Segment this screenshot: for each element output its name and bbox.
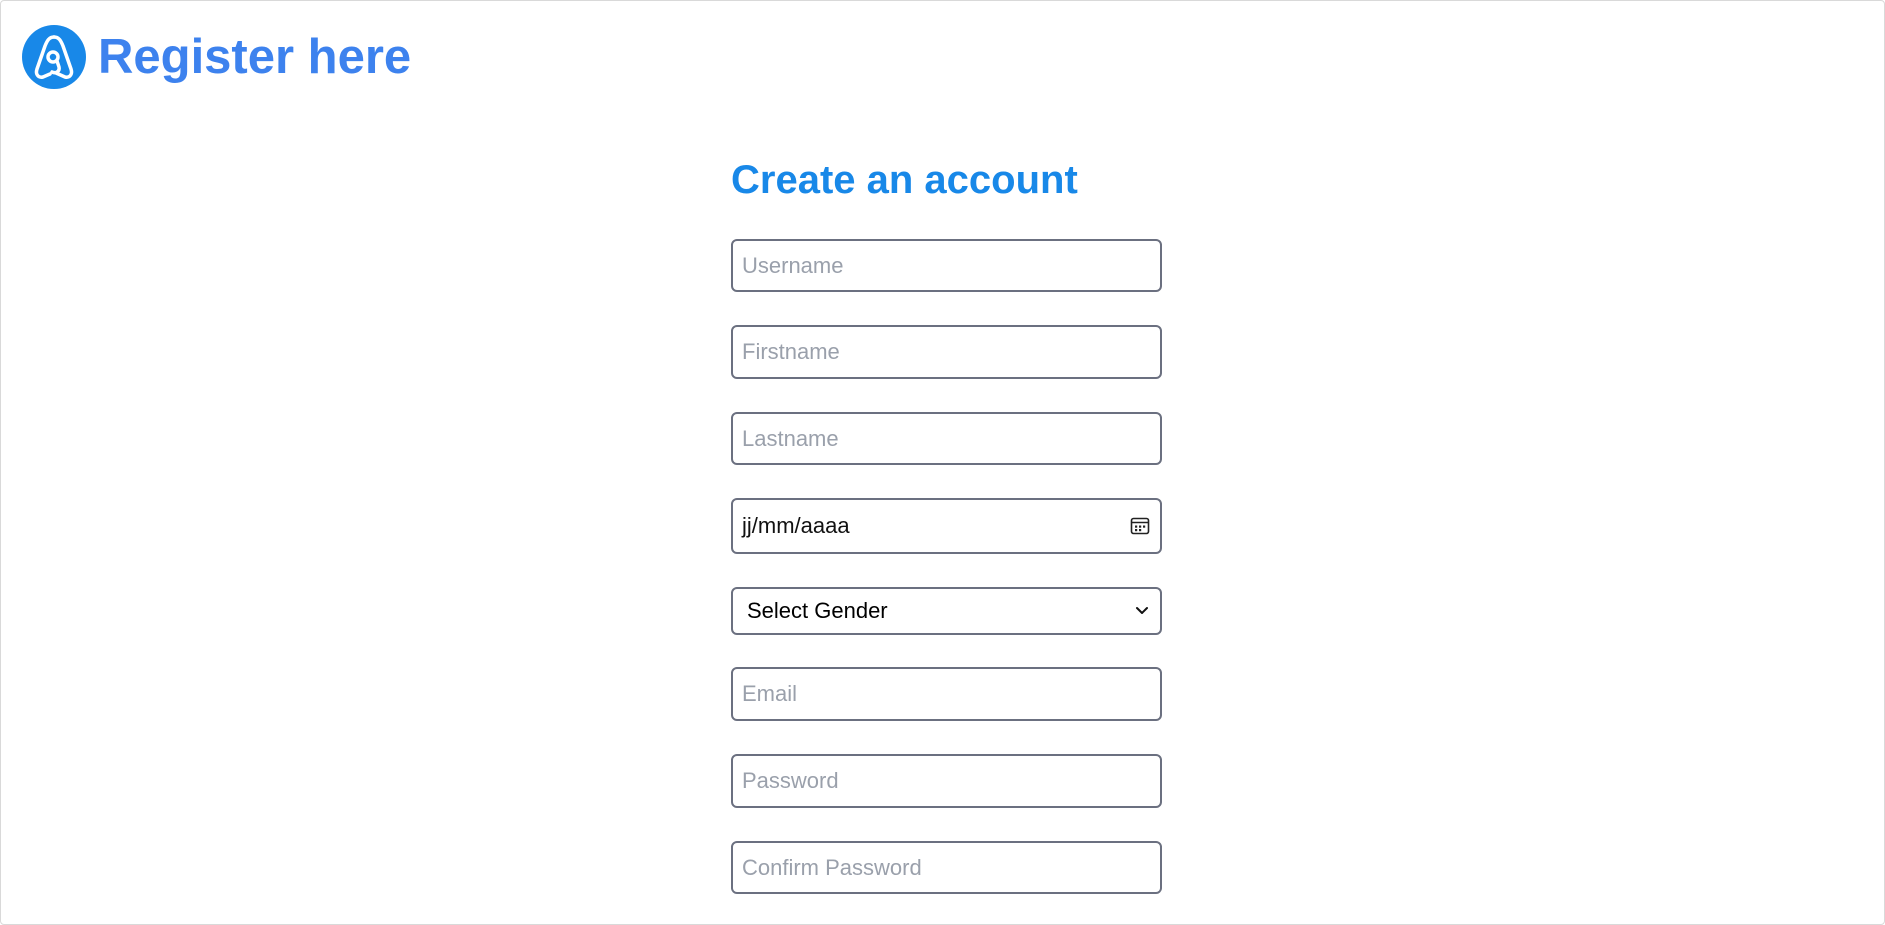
gender-select[interactable]: Select Gender [731, 587, 1162, 635]
page-header: Register here [22, 24, 411, 90]
form-title: Create an account [731, 158, 1078, 202]
lastname-field[interactable] [731, 412, 1162, 465]
birthdate-field[interactable]: jj/mm/aaaa [731, 498, 1162, 554]
username-field[interactable] [731, 239, 1162, 292]
password-input[interactable] [742, 768, 1151, 794]
brand-logo-icon[interactable] [22, 25, 86, 89]
firstname-input[interactable] [742, 339, 1151, 365]
password-field[interactable] [731, 754, 1162, 808]
gender-selected-value[interactable]: Select Gender [747, 598, 1134, 624]
registration-form: Create an account jj/mm/aaaa [731, 151, 1162, 894]
page-title: Register here [98, 30, 412, 84]
chevron-down-icon[interactable] [1134, 603, 1150, 619]
confirm-password-input[interactable] [742, 854, 1151, 881]
username-input[interactable] [742, 252, 1151, 279]
confirm-password-field[interactable] [731, 841, 1162, 894]
page-frame: Register here Create an account jj/mm/aa… [0, 0, 1885, 925]
calendar-icon[interactable] [1129, 515, 1151, 537]
email-field[interactable] [731, 667, 1162, 721]
email-input[interactable] [742, 681, 1151, 707]
firstname-field[interactable] [731, 325, 1162, 379]
lastname-input[interactable] [742, 425, 1151, 452]
birthdate-value[interactable]: jj/mm/aaaa [742, 513, 1129, 539]
